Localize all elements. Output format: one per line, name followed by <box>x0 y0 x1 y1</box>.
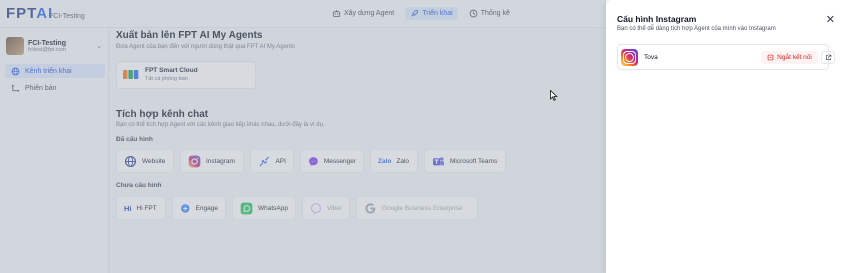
modal-backdrop[interactable] <box>0 0 606 273</box>
instagram-connection-row: Tova Ngắt kết nối <box>617 44 835 70</box>
instagram-icon <box>621 49 638 66</box>
connection-name: Tova <box>644 54 658 61</box>
panel-subtitle: Bạn có thể dễ dàng tích hợp Agent của mì… <box>617 26 776 32</box>
disconnect-button[interactable]: Ngắt kết nối <box>761 51 818 64</box>
external-link-icon <box>825 54 831 60</box>
close-icon[interactable]: ✕ <box>826 13 835 26</box>
open-external-button[interactable] <box>821 51 835 64</box>
instagram-config-panel: Cấu hình Instagram Bạn có thể dễ dàng tí… <box>606 0 849 273</box>
mouse-cursor-icon <box>550 90 558 101</box>
panel-title: Cấu hình Instagram <box>617 14 697 24</box>
unlink-icon <box>767 54 774 61</box>
